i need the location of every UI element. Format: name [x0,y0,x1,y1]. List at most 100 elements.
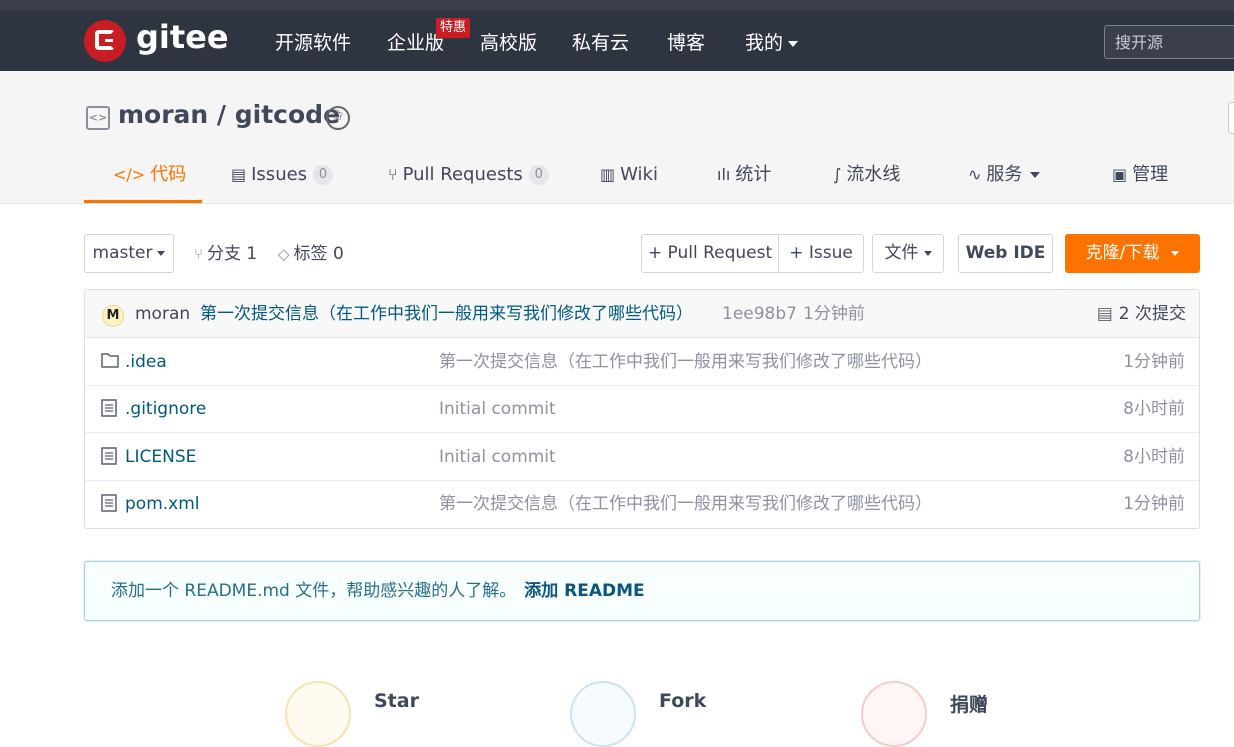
branch-label: master [92,243,153,263]
issues-count-badge: 0 [313,165,334,185]
avatar[interactable]: M [102,305,124,327]
add-readme-link[interactable]: 添加 README [524,581,644,601]
nav-blog[interactable]: 博客 [667,29,705,57]
brand-name[interactable]: gitee [136,18,229,56]
tab-pipeline-label: 流水线 [846,164,901,185]
caret-down-icon [923,250,932,256]
star-label[interactable]: Star [374,690,419,712]
nav-private-cloud[interactable]: 私有云 [572,29,629,57]
commits-count-label: 2 次提交 [1118,304,1186,324]
latest-commit-bar: M moran 第一次提交信息（在工作中我们一般用来写我们修改了哪些代码） 1e… [85,290,1199,338]
readme-notice: 添加一个 README.md 文件，帮助感兴趣的人了解。 添加 README [84,561,1200,621]
clone-label: 克隆/下载 [1085,243,1160,263]
file-name[interactable]: pom.xml [125,492,200,516]
file-time: 1分钟前 [1123,352,1185,372]
star-icon[interactable] [285,681,351,747]
file-commit-message[interactable]: Initial commit [439,397,556,421]
browser-strip [0,0,1234,11]
commit-author[interactable]: moran [135,302,190,326]
readme-notice-message: 添加一个 README.md 文件，帮助感兴趣的人了解。 [111,581,517,601]
book-icon: ▥ [600,165,616,184]
branches-link[interactable]: ⑂ 分支 1 [194,241,257,267]
caret-down-icon [157,250,166,256]
file-commit-message[interactable]: 第一次提交信息（在工作中我们一般用来写我们修改了哪些代码） [439,350,932,374]
tab-services[interactable]: ∿ 服务 [968,162,1041,188]
top-navbar: gitee 开源软件 企业版 特惠 高校版 私有云 博客 我的 [0,0,1234,71]
caret-down-icon [788,40,799,47]
repo-title[interactable]: moran / gitcode [118,100,340,129]
branch-icon: ⑂ [194,245,204,263]
pipeline-icon: ∫ [833,165,842,184]
issues-icon: ▤ [231,165,247,184]
nav-mine-dropdown[interactable]: 我的 [745,29,799,57]
tab-code-label: 代码 [150,164,187,185]
file-list: M moran 第一次提交信息（在工作中我们一般用来写我们修改了哪些代码） 1e… [84,289,1200,529]
new-issue-button[interactable]: + Issue [778,234,864,273]
tab-wiki-label: Wiki [620,164,658,185]
readme-notice-text: 添加一个 README.md 文件，帮助感兴趣的人了解。 添加 README [111,579,645,603]
donate-icon[interactable] [861,681,927,747]
file-menu-button[interactable]: 文件 [872,234,944,273]
tab-wiki[interactable]: ▥ Wiki [600,162,658,188]
tab-manage-label: 管理 [1132,164,1169,185]
commit-time: 1分钟前 [803,304,865,324]
table-row[interactable]: .idea 第一次提交信息（在工作中我们一般用来写我们修改了哪些代码） 1分钟前 [85,339,1199,386]
tags-link[interactable]: ◇ 标签 0 [278,241,344,267]
file-name[interactable]: LICENSE [125,445,196,469]
file-commit-message[interactable]: 第一次提交信息（在工作中我们一般用来写我们修改了哪些代码） [439,492,932,516]
pulse-icon: ∿ [968,165,982,184]
table-row[interactable]: pom.xml 第一次提交信息（在工作中我们一般用来写我们修改了哪些代码） 1分… [85,481,1199,528]
tab-issues[interactable]: ▤ Issues 0 [231,162,334,188]
file-name[interactable]: .gitignore [125,397,206,421]
gitee-logo-icon[interactable] [84,20,126,62]
commit-message[interactable]: 第一次提交信息（在工作中我们一般用来写我们修改了哪些代码） [200,302,693,326]
file-commit-message[interactable]: Initial commit [439,445,556,469]
file-icon [101,494,119,512]
tab-services-label: 服务 [986,164,1023,185]
file-time: 8小时前 [1123,399,1185,419]
commits-doc-icon: ▤ [1096,304,1113,324]
code-repo-icon: <> [86,106,110,130]
tab-stats-label: 统计 [735,164,772,185]
tab-stats[interactable]: ılı 统计 [717,162,771,188]
code-icon: </> [113,165,146,184]
tab-code[interactable]: </> 代码 [113,162,186,188]
file-icon [101,399,119,417]
file-icon [101,447,119,465]
caret-down-icon [1030,172,1041,178]
file-time: 1分钟前 [1123,494,1185,514]
active-tab-indicator [84,200,202,203]
commit-hash[interactable]: 1ee98b7 [722,302,797,326]
search-input[interactable] [1104,25,1234,59]
branch-select[interactable]: master [84,234,174,273]
branches-label: 分支 1 [207,244,258,264]
fork-label[interactable]: Fork [659,690,706,712]
folder-icon [101,352,119,370]
nav-education[interactable]: 高校版 [480,29,537,57]
settings-doc-icon: ▣ [1112,165,1128,184]
tab-manage[interactable]: ▣ 管理 [1112,162,1168,188]
web-ide-button[interactable]: Web IDE [958,234,1053,273]
new-pull-request-button[interactable]: + Pull Request [641,234,779,273]
nav-mine-label: 我的 [745,32,784,54]
tags-label: 标签 0 [293,244,344,264]
clone-download-button[interactable]: 克隆/下载 [1065,234,1200,273]
tab-pr-label: Pull Requests [402,164,523,185]
tab-issues-label: Issues [251,164,308,185]
tab-pipeline[interactable]: ∫ 流水线 [833,162,900,188]
file-menu-label: 文件 [884,243,919,263]
caret-down-icon [1171,250,1180,256]
nav-open-source[interactable]: 开源软件 [275,29,351,57]
tab-pull-requests[interactable]: ⑂ Pull Requests 0 [388,162,549,188]
file-time: 8小时前 [1123,447,1185,467]
file-name[interactable]: .idea [125,350,167,374]
watch-button[interactable] [1228,102,1234,134]
tag-icon: ◇ [278,245,290,263]
pull-request-icon: ⑂ [388,165,398,184]
commits-count-link[interactable]: ▤ 2 次提交 [1097,302,1186,326]
fork-icon[interactable] [570,681,636,747]
table-row[interactable]: .gitignore Initial commit 8小时前 [85,386,1199,433]
table-row[interactable]: LICENSE Initial commit 8小时前 [85,434,1199,481]
promo-badge: 特惠 [436,18,471,38]
award-badge-icon[interactable] [326,106,350,130]
